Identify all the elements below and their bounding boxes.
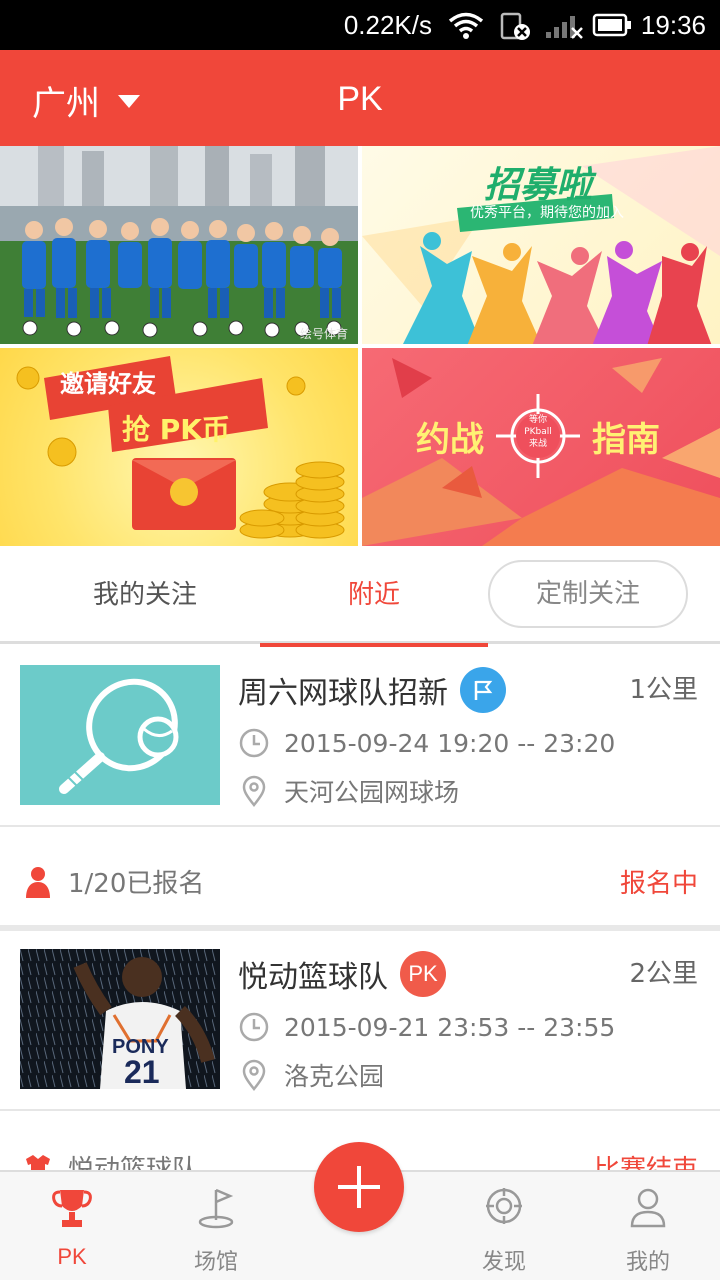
jersey-icon: [26, 1154, 50, 1171]
battery-icon: [592, 13, 631, 37]
event-distance: 1公里: [629, 675, 698, 705]
recruit-title: 招募啦: [484, 165, 593, 206]
filter-tabs: 我的关注 附近 定制关注: [0, 546, 720, 647]
page-title: PK: [337, 80, 383, 118]
event-location: 洛克公园: [238, 1057, 384, 1093]
clock-icon: [239, 728, 269, 758]
wifi-icon: [448, 12, 484, 39]
app-header: 广州 PK: [0, 50, 720, 146]
pk-badge-text: PK: [408, 961, 438, 986]
event-time-text: 2015-09-21 23:53 -- 23:55: [284, 1012, 616, 1042]
event-time: 2015-09-24 19:20 -- 23:20: [238, 727, 615, 759]
golf-flag-icon: [198, 1188, 234, 1229]
target-icon: [486, 1188, 522, 1224]
team-name: 悦动篮球队: [24, 1149, 198, 1171]
photo-watermark: 绘号体育: [299, 327, 348, 341]
event-title: 悦动篮球队 PK: [238, 951, 446, 997]
user-icon: [630, 1188, 666, 1228]
tab-my-follow[interactable]: 我的关注: [40, 546, 250, 644]
guide-left: 约战: [416, 420, 484, 460]
tab-nearby[interactable]: 附近: [260, 546, 488, 647]
jersey-number: 21: [124, 1054, 160, 1089]
person-icon: [26, 866, 50, 898]
event-title-text: 周六网球队招新: [238, 676, 448, 711]
event-location: 天河公园网球场: [238, 773, 459, 809]
trophy-icon: [52, 1190, 92, 1227]
nav-discover-label: 发现: [481, 1250, 526, 1275]
event-title-text: 悦动篮球队: [238, 960, 388, 995]
banner-invite[interactable]: 邀请好友 抢 PK币: [0, 348, 358, 546]
team-photo-image: [0, 146, 358, 344]
banner-recruit[interactable]: 招募啦 优秀平台，期待您的加入: [362, 146, 720, 344]
event-card[interactable]: PONY 21 悦动篮球队 PK 2公里 2015-09-21 23:53 --…: [0, 931, 720, 1111]
basketball-thumbnail: PONY 21: [20, 949, 220, 1089]
guide-right: 指南: [592, 420, 660, 460]
tennis-racket-icon: [59, 678, 179, 794]
sim-off-icon: [500, 12, 530, 40]
nav-discover[interactable]: 发现: [444, 1172, 564, 1280]
add-event-button[interactable]: [314, 1142, 404, 1232]
nav-venue[interactable]: 场馆: [156, 1172, 276, 1280]
network-speed: 0.22K/s: [343, 10, 432, 40]
banner-grid: 绘号体育 招募啦 优秀平台，期待您的加入 邀请好友 抢 PK币 约战 等你PKb…: [0, 146, 720, 546]
invite-line1: 邀请好友: [60, 370, 156, 398]
nav-pk[interactable]: PK: [12, 1172, 132, 1280]
event-feed: 周六网球队招新 1公里 2015-09-24 19:20 -- 23:20 天河…: [0, 647, 720, 1171]
invite-line2: 抢 PK币: [122, 413, 230, 446]
clock-icon: [239, 1012, 269, 1042]
banner-guide[interactable]: 约战 等你PKball来战 指南: [362, 348, 720, 546]
nav-venue-label: 场馆: [193, 1250, 238, 1275]
nav-mine[interactable]: 我的: [588, 1172, 708, 1280]
event-title: 周六网球队招新: [238, 667, 506, 713]
event-time: 2015-09-21 23:53 -- 23:55: [238, 1011, 615, 1043]
nav-mine-label: 我的: [625, 1250, 670, 1275]
event-location-text: 洛克公园: [284, 1062, 385, 1091]
clock: 19:36: [640, 10, 706, 40]
event-status: 报名中: [619, 869, 698, 899]
basketball-player-image: PONY 21: [20, 949, 220, 1089]
flag-icon: [460, 667, 506, 713]
tab-nearby-label: 附近: [347, 580, 400, 610]
event-distance: 2公里: [629, 959, 698, 989]
event-location-text: 天河公园网球场: [284, 778, 460, 807]
location-pin-icon: [242, 1059, 266, 1091]
nav-pk-label: PK: [57, 1244, 87, 1269]
event-time-text: 2015-09-24 19:20 -- 23:20: [284, 728, 616, 758]
location-pin-icon: [242, 775, 266, 807]
plus-icon: [338, 1166, 380, 1208]
signal-icon: [546, 16, 583, 39]
pk-badge: PK: [400, 951, 446, 997]
event-card-footer: 1/20已报名 报名中: [0, 827, 720, 931]
banner-team-photo[interactable]: 绘号体育: [0, 146, 358, 344]
signup-count-text: 1/20已报名: [68, 869, 205, 899]
tennis-thumbnail: [20, 665, 220, 805]
team-name-text: 悦动篮球队: [68, 1155, 199, 1171]
recruit-subtitle: 优秀平台，期待您的加入: [470, 205, 624, 221]
guide-center: 等你PKball来战: [524, 415, 552, 449]
status-bar: 0.22K/s 19:36: [0, 0, 720, 50]
event-status: 比赛结束: [593, 1155, 698, 1171]
event-card[interactable]: 周六网球队招新 1公里 2015-09-24 19:20 -- 23:20 天河…: [0, 647, 720, 827]
signup-count: 1/20已报名: [24, 863, 204, 900]
custom-follow-button[interactable]: 定制关注: [488, 560, 688, 628]
